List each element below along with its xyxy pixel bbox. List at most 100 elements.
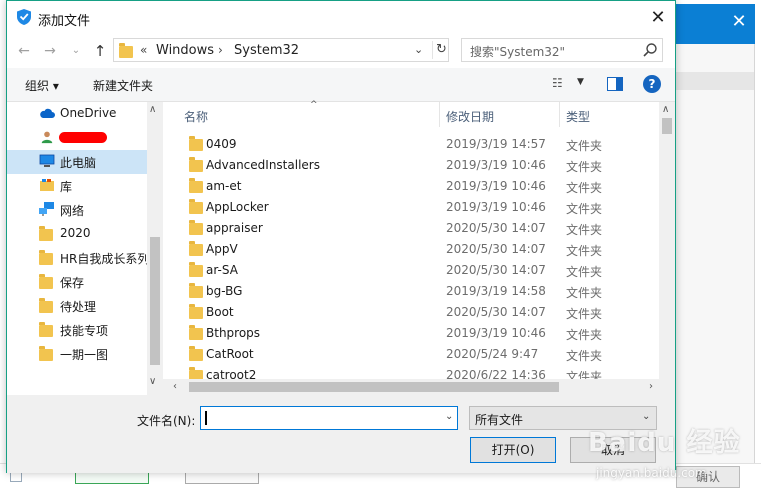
- file-type: 文件夹: [566, 202, 603, 216]
- file-row[interactable]: 0409 2019/3/19 14:57 文件夹: [163, 134, 659, 155]
- nav-item-label: 2020: [60, 226, 91, 240]
- text-caret: [205, 411, 207, 425]
- file-date: 2019/3/19 14:58: [446, 284, 546, 298]
- file-row[interactable]: AdvancedInstallers 2019/3/19 10:46 文件夹: [163, 155, 659, 176]
- background-confirm-button[interactable]: 确认: [676, 466, 740, 488]
- file-list-vertical-scroll-thumb[interactable]: [662, 118, 672, 134]
- cancel-button[interactable]: 取消: [570, 437, 656, 463]
- column-header-date[interactable]: 修改日期: [446, 108, 494, 125]
- file-row[interactable]: catroot2 2020/6/22 14:36 文件夹: [163, 365, 659, 379]
- file-type: 文件夹: [566, 181, 603, 195]
- file-name: AdvancedInstallers: [206, 158, 320, 172]
- help-icon[interactable]: ?: [643, 75, 661, 93]
- file-row[interactable]: AppLocker 2019/3/19 10:46 文件夹: [163, 197, 659, 218]
- file-row[interactable]: Boot 2020/5/30 14:07 文件夹: [163, 302, 659, 323]
- up-arrow-icon[interactable]: ↑: [91, 42, 109, 60]
- column-header-type[interactable]: 类型: [566, 108, 590, 125]
- view-options-icon[interactable]: ☷: [552, 76, 563, 90]
- file-list-horizontal-scroll-thumb[interactable]: [189, 382, 559, 392]
- file-date: 2019/3/19 14:57: [446, 137, 546, 151]
- nav-pane-scroll-thumb[interactable]: [150, 237, 160, 365]
- navigation-pane: OneDrive 此电脑 库 网络 2020 HR自我成长系列 保存 待处理 技…: [7, 102, 163, 395]
- command-toolbar: 组织 ▾ 新建文件夹 ☷ ▼ ?: [7, 68, 675, 102]
- file-name: Bthprops: [206, 326, 261, 340]
- refresh-icon[interactable]: ↻: [432, 41, 450, 59]
- folder-icon: [39, 322, 55, 337]
- library-icon: [40, 179, 54, 191]
- filename-label: 文件名(N):: [137, 414, 196, 428]
- column-header-name[interactable]: 名称: [184, 108, 208, 125]
- nav-item-folder-pending[interactable]: 待处理: [7, 294, 147, 318]
- file-row[interactable]: AppV 2020/5/30 14:07 文件夹: [163, 239, 659, 260]
- file-date: 2019/3/19 10:46: [446, 158, 546, 172]
- column-divider[interactable]: [439, 102, 440, 127]
- file-row[interactable]: am-et 2019/3/19 10:46 文件夹: [163, 176, 659, 197]
- nav-item-this-pc[interactable]: 此电脑: [7, 150, 147, 174]
- address-dropdown-chevron-icon[interactable]: ⌄: [414, 43, 423, 56]
- nav-item-network[interactable]: 网络: [7, 198, 147, 222]
- file-type: 文件夹: [566, 307, 603, 321]
- folder-icon: [189, 367, 203, 379]
- background-close-icon[interactable]: ✕: [727, 10, 751, 34]
- filetype-select[interactable]: 所有文件 ⌄: [469, 406, 657, 430]
- breadcrumb-system32[interactable]: System32: [234, 43, 299, 58]
- file-list-vertical-scrollbar[interactable]: ∧: [659, 102, 675, 395]
- background-confirm-label: 确认: [695, 470, 720, 484]
- nav-item-label: 一期一图: [60, 348, 109, 362]
- dialog-titlebar[interactable]: 添加文件 ✕: [7, 1, 675, 34]
- nav-item-onedrive[interactable]: OneDrive: [7, 102, 147, 126]
- folder-icon: [39, 298, 55, 313]
- folder-icon: [39, 226, 55, 241]
- file-date: 2020/5/30 14:07: [446, 221, 546, 235]
- nav-item-user[interactable]: [7, 126, 147, 150]
- filename-history-chevron-icon[interactable]: ⌄: [445, 411, 453, 422]
- file-type: 文件夹: [566, 223, 603, 237]
- organize-button[interactable]: 组织 ▾: [25, 77, 59, 94]
- back-arrow-icon[interactable]: ←: [15, 42, 33, 60]
- nav-item-folder-hr[interactable]: HR自我成长系列: [7, 246, 148, 270]
- breadcrumb-separator[interactable]: ›: [218, 43, 223, 57]
- column-divider[interactable]: [559, 102, 560, 127]
- file-name: ar-SA: [206, 263, 238, 277]
- preview-pane-icon[interactable]: [607, 77, 623, 91]
- nav-item-label: 此电脑: [60, 156, 97, 170]
- scroll-up-chevron-icon[interactable]: ∧: [149, 104, 156, 115]
- nav-item-folder-skills[interactable]: 技能专项: [7, 318, 147, 342]
- file-row[interactable]: ar-SA 2020/5/30 14:07 文件夹: [163, 260, 659, 281]
- file-row[interactable]: CatRoot 2020/5/24 9:47 文件夹: [163, 344, 659, 365]
- file-list-horizontal-scrollbar[interactable]: ‹ ›: [163, 379, 659, 395]
- cloud-icon: [40, 108, 55, 118]
- nav-item-label: OneDrive: [60, 106, 117, 120]
- nav-pane-scrollbar[interactable]: ∧ ∨: [147, 102, 163, 395]
- nav-item-folder-issue[interactable]: 一期一图: [7, 342, 147, 366]
- breadcrumb-windows[interactable]: Windows: [156, 43, 214, 58]
- file-row[interactable]: Bthprops 2019/3/19 10:46 文件夹: [163, 323, 659, 344]
- scroll-left-chevron-icon[interactable]: ‹: [173, 381, 177, 392]
- sort-ascending-icon: ^: [310, 100, 318, 110]
- file-row[interactable]: bg-BG 2019/3/19 14:58 文件夹: [163, 281, 659, 302]
- scroll-up-chevron-icon[interactable]: ∧: [662, 104, 669, 115]
- filename-input[interactable]: ⌄: [200, 406, 458, 430]
- open-file-dialog: 添加文件 ✕ ← → ⌄ ↑ « Windows › System32 ⌄ ↻ …: [6, 0, 676, 473]
- nav-item-folder-2020[interactable]: 2020: [7, 222, 147, 246]
- nav-item-label: 网络: [60, 204, 85, 218]
- folder-icon: [39, 346, 55, 361]
- new-folder-button[interactable]: 新建文件夹: [93, 77, 153, 94]
- search-input[interactable]: 搜索"System32": [461, 38, 663, 62]
- open-button[interactable]: 打开(O): [470, 437, 556, 463]
- view-dropdown-icon[interactable]: ▼: [577, 77, 584, 87]
- scroll-right-chevron-icon[interactable]: ›: [649, 381, 653, 392]
- nav-item-folder-save[interactable]: 保存: [7, 270, 147, 294]
- nav-item-label: 待处理: [60, 300, 97, 314]
- recent-locations-chevron-icon[interactable]: ⌄: [67, 42, 85, 60]
- scroll-down-chevron-icon[interactable]: ∨: [149, 376, 156, 387]
- address-bar[interactable]: « Windows › System32 ⌄ ↻: [113, 38, 449, 62]
- file-type: 文件夹: [566, 370, 603, 379]
- forward-arrow-icon[interactable]: →: [41, 42, 59, 60]
- close-icon[interactable]: ✕: [647, 7, 669, 29]
- file-row[interactable]: appraiser 2020/5/30 14:07 文件夹: [163, 218, 659, 239]
- background-selected-row: [676, 72, 754, 90]
- nav-item-libraries[interactable]: 库: [7, 174, 147, 198]
- dialog-title: 添加文件: [38, 14, 91, 29]
- breadcrumb-overflow[interactable]: «: [140, 43, 147, 57]
